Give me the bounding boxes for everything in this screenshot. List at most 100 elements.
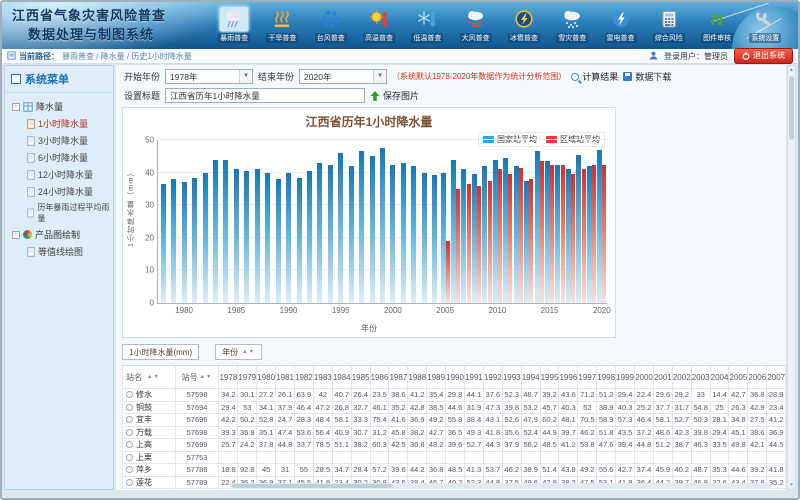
station-row[interactable]: 修水5759834.230.127.226.163.94240.726.423.… [122, 389, 786, 402]
station-row[interactable]: 上栗57753 [122, 452, 786, 465]
value-cell: 22.4 [635, 389, 654, 402]
radio-icon[interactable] [126, 466, 133, 473]
station-row[interactable]: 上高5769925.724.237.844.833.778.551.138.26… [122, 439, 786, 452]
start-year-select[interactable]: 1978年▼ [165, 69, 253, 84]
bar-national-station [297, 178, 302, 304]
tree-group-product-drawing[interactable]: - 产品图绘制 [7, 226, 111, 243]
toolbar-item-system-settings[interactable]: 系统设置 [741, 4, 789, 48]
value-cell: 52.4 [522, 427, 541, 440]
toolbar-item-gale[interactable]: 大风普查 [451, 4, 499, 48]
tree-group-precipitation[interactable]: - 降水量 [7, 98, 111, 115]
sidebar-item-process-average[interactable]: 历年暴雨过程平均雨量 [7, 200, 111, 226]
value-cell [635, 452, 654, 465]
station-row[interactable]: 万载5769839.336.835.147.453.656.440.930.73… [122, 427, 786, 440]
value-cell: 39.2 [541, 389, 560, 402]
station-row[interactable]: 宜春5779323.939.519.562.521.446.852.847.85… [122, 489, 786, 490]
toolbar-item-hail[interactable]: 冰雹普查 [500, 4, 548, 48]
sidebar-item-6h-precipitation[interactable]: 6小时降水量 [7, 149, 111, 166]
column-header: 1985 [352, 365, 371, 389]
column-header[interactable]: 站号▲▼ [176, 365, 220, 389]
vscroll-thumb[interactable] [789, 76, 794, 140]
value-cell: 51.4 [541, 464, 560, 477]
sidebar-item-24h-precipitation[interactable]: 24小时降水量 [7, 183, 111, 200]
hscroll-thumb[interactable] [232, 484, 392, 488]
station-row[interactable]: 宜丰5769642.250.252.824.728.348.458.133.37… [122, 414, 786, 427]
bar-regional-station [519, 168, 523, 303]
collapse-icon[interactable]: - [12, 231, 20, 239]
sidebar-item-12h-precipitation[interactable]: 12小时降水量 [7, 166, 111, 183]
toolbar-item-drought[interactable]: 干旱普查 [258, 4, 306, 48]
value-cell [238, 452, 257, 465]
radio-icon[interactable] [126, 454, 133, 461]
value-cell: 49.2 [578, 464, 597, 477]
main-content: 开始年份 1978年▼ 结束年份 2020年▼ （系统默认1978-2020年数… [116, 65, 786, 490]
radio-icon[interactable] [126, 479, 133, 486]
vertical-scrollbar[interactable]: ▲ ▼ [787, 65, 796, 490]
value-cell: 37.8 [257, 439, 276, 452]
station-row[interactable]: 萍乡5778618.892.845315528.534.728.457.239.… [122, 464, 786, 477]
set-title-label: 设置标题 [124, 89, 160, 102]
sidebar-item-3h-precipitation[interactable]: 3小时降水量 [7, 132, 111, 149]
column-header: 2004 [711, 365, 730, 389]
calculate-button[interactable]: 计算结果 [571, 70, 618, 83]
collapse-icon[interactable]: - [12, 103, 20, 111]
radio-icon[interactable] [126, 404, 133, 411]
breadcrumb[interactable]: 暴雨普查 / 降水量 / 历史1小时降水量 [62, 51, 192, 62]
bar-national-station [213, 160, 218, 303]
sort-icons[interactable]: ▲▼ [200, 374, 213, 380]
scroll-down-icon[interactable]: ▼ [788, 482, 795, 488]
toolbar-item-lightning[interactable]: 雷电普查 [596, 4, 644, 48]
value-cell: 45.6 [692, 489, 711, 490]
toolbar-item-snow[interactable]: 雪灾普查 [548, 4, 596, 48]
radio-icon[interactable] [126, 416, 133, 423]
radio-icon[interactable] [126, 391, 133, 398]
value-cell [371, 452, 390, 465]
app-banner: 江西省气象灾害风险普查 数据处理与制图系统 暴雨普查 干旱普查 台风普查 [2, 2, 798, 49]
value-cell: 39.8 [692, 427, 711, 440]
value-cell: 52.6 [503, 414, 522, 427]
unit-filter-box[interactable]: 1小时降水量(mm) [122, 344, 199, 360]
logout-button[interactable]: 退出系统 [734, 48, 793, 64]
column-header[interactable]: 站名▲▼ [122, 365, 176, 389]
value-cell: 44.8 [276, 439, 295, 452]
toolbar-item-comprehensive-risk[interactable]: 综合风险 [645, 4, 693, 48]
sidebar-item-1h-precipitation[interactable]: 1小时降水量 [7, 115, 111, 132]
toolbar-item-high-temp[interactable]: 高温普查 [355, 4, 403, 48]
value-cell [257, 452, 276, 465]
end-year-select[interactable]: 2020年▼ [299, 69, 387, 84]
value-cell: 55 [295, 464, 314, 477]
column-header: 1999 [616, 365, 635, 389]
toolbar-item-low-temp[interactable]: 低温普查 [403, 4, 451, 48]
year-sort-box[interactable]: 年份 ▲▼ [215, 344, 262, 360]
download-button[interactable]: 数据下载 [623, 70, 671, 83]
toolbar-label: 雪灾普查 [556, 33, 588, 43]
station-id-cell: 57696 [176, 414, 220, 427]
scroll-up-icon[interactable]: ▲ [788, 67, 795, 73]
save-image-button[interactable]: 保存图片 [370, 89, 419, 102]
toolbar-item-rainstorm[interactable]: 暴雨普查 [210, 4, 258, 48]
value-cell: 36.9 [408, 414, 427, 427]
chart-title-input[interactable] [165, 88, 365, 103]
login-user-text: 登录用户：管理员 [664, 51, 728, 62]
bar-national-station [244, 171, 249, 303]
sort-icons[interactable]: ▲▼ [242, 349, 255, 355]
value-cell: 37.4 [635, 464, 654, 477]
value-cell: 44.5 [767, 439, 786, 452]
value-cell [578, 452, 597, 465]
toolbar-item-typhoon[interactable]: 台风普查 [307, 4, 355, 48]
value-cell [219, 452, 238, 465]
x-tick-label: 1985 [227, 306, 245, 315]
radio-icon[interactable] [126, 441, 133, 448]
value-cell: 48.1 [559, 414, 578, 427]
station-row[interactable]: 铜鼓5769429.45334.137.946.447.226.832.746.… [122, 402, 786, 415]
radio-icon[interactable] [126, 429, 133, 436]
column-header: 1990 [446, 365, 465, 389]
value-cell: 39.6 [446, 439, 465, 452]
sort-icons[interactable]: ▲▼ [147, 374, 160, 380]
sidebar-item-isoline-drawing[interactable]: 等值线绘图 [7, 243, 111, 260]
toolbar-item-map-review[interactable]: N 图件审核 [693, 4, 741, 48]
value-cell: 38.2 [408, 427, 427, 440]
value-cell: 26.4 [352, 389, 371, 402]
value-cell: 48.7 [692, 464, 711, 477]
horizontal-scrollbar[interactable] [230, 483, 772, 489]
